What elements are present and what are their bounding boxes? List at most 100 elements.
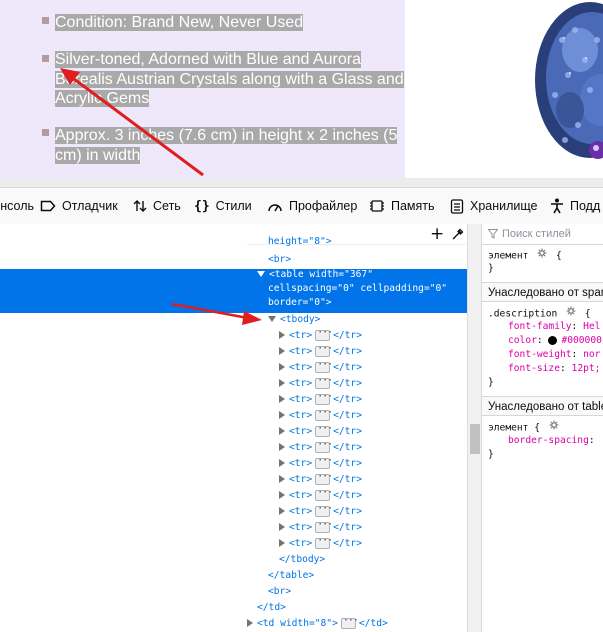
inherited-header-table: Унаследовано от table [482,396,603,416]
markup-node-selected-table[interactable]: <table width="367" cellspacing="0" cellp… [247,269,467,313]
expand-icon[interactable] [279,347,285,355]
memory-icon [369,199,385,213]
markup-node[interactable]: </table> [268,568,314,584]
bullet-marker [42,55,49,62]
expand-icon[interactable] [279,411,285,419]
css-property-name: font-size [508,363,560,374]
inherited-header-span: Унаследовано от span [482,282,603,302]
element-rule-selector: элемент [488,422,529,434]
tab-network[interactable]: Сеть [133,188,181,224]
style-filter-input[interactable]: Поиск стилей [502,228,571,240]
bullet-marker [42,17,49,24]
expand-icon[interactable] [279,395,285,403]
color-swatch[interactable] [548,335,558,345]
brace-close: } [488,377,494,388]
collapsed-content-icon[interactable] [315,405,332,421]
tr-close-text: </tr> [333,410,362,421]
markup-node-td[interactable]: <td width="8"> </td> [247,613,388,632]
tr-open-text: <tr> [289,346,313,357]
element-rule-header: элемент { [488,248,562,264]
markup-node-tbody[interactable]: <tbody> [268,312,320,328]
devtools-toolbar: Консоль Отладчик Сеть {} Стили Профайлер… [0,187,603,225]
markup-node[interactable]: </td> [257,600,286,616]
markup-node[interactable]: <br> [268,584,291,600]
tbody-text: <tbody> [280,314,321,325]
gear-icon[interactable] [566,306,576,321]
css-declaration[interactable]: font-family: Hel [508,320,600,334]
sidebar-pane [0,224,247,632]
gear-icon[interactable] [549,420,559,435]
collapsed-content-icon[interactable] [315,357,332,373]
collapsed-content-icon[interactable] [315,501,332,517]
collapsed-content-icon[interactable] [315,437,332,453]
expand-icon[interactable] [247,619,253,627]
collapsed-content-icon[interactable] [315,389,332,405]
tr-open-text: <tr> [289,378,313,389]
collapsed-content-icon[interactable] [315,373,332,389]
collapsed-content-icon[interactable] [315,341,332,357]
tab-profiler[interactable]: Профайлер [267,188,357,224]
expand-icon[interactable] [279,539,285,547]
css-property-name: font-family [508,321,572,332]
collapse-icon[interactable] [257,271,265,277]
expand-icon[interactable] [279,331,285,339]
description-bullet-1: Condition: Brand New, Never Used [55,14,304,31]
tab-style-editor[interactable]: {} Стили [194,188,252,224]
gear-icon[interactable] [537,248,547,263]
tr-close-text: </tr> [333,506,362,517]
expand-icon[interactable] [279,523,285,531]
collapsed-content-icon[interactable] [340,613,358,629]
tr-close-text: </tr> [333,362,362,373]
css-declaration[interactable]: border-spacing: [508,434,595,448]
add-node-icon[interactable]: + [430,224,444,244]
expand-icon[interactable] [279,443,285,451]
eyedropper-icon[interactable] [452,228,464,243]
brooch-product-image [520,0,603,178]
css-declaration[interactable]: font-size: 12pt; [508,362,600,376]
td-close-text: </td> [358,618,388,629]
markup-node-tr[interactable]: <tr> </tr> [279,533,362,552]
css-property-value: #000000 [561,335,602,346]
markup-node[interactable]: </tbody> [279,552,325,568]
expand-icon[interactable] [279,491,285,499]
markup-node[interactable]: <br> [268,252,291,268]
collapsed-content-icon[interactable] [315,469,332,485]
devtools-splitter[interactable] [0,178,603,187]
tr-close-text: </tr> [333,330,362,341]
tr-close-text: </tr> [333,458,362,469]
css-declaration[interactable]: font-weight: nor [508,348,600,362]
expand-icon[interactable] [279,363,285,371]
scrollbar-thumb[interactable] [470,424,480,454]
tab-debugger[interactable]: Отладчик [40,188,118,224]
collapsed-content-icon[interactable] [315,325,332,341]
collapsed-content-icon[interactable] [315,453,332,469]
collapsed-content-icon[interactable] [315,517,332,533]
expand-icon[interactable] [279,427,285,435]
css-declaration[interactable]: color: #000000 [508,334,602,348]
expand-icon[interactable] [279,475,285,483]
tab-storage[interactable]: Хранилище [450,188,538,224]
expand-icon[interactable] [279,507,285,515]
tab-memory[interactable]: Память [369,188,435,224]
style-filter[interactable]: Поиск стилей [482,224,603,245]
tab-debugger-label: Отладчик [62,199,118,213]
description-bullet-2: Silver-toned, Adorned with Blue and Auro… [55,51,404,107]
markup-node[interactable]: height="8"> [268,234,332,250]
expand-icon[interactable] [279,459,285,467]
collapsed-content-icon[interactable] [315,485,332,501]
tr-open-text: <tr> [289,330,313,341]
expand-icon[interactable] [279,379,285,387]
tab-accessibility[interactable]: Подд [550,188,600,224]
tr-close-text: </tr> [333,522,362,533]
markup-scrollbar[interactable] [467,224,482,632]
collapse-icon[interactable] [268,316,276,322]
storage-icon [450,198,464,214]
collapsed-content-icon[interactable] [315,421,332,437]
markup-view: + height="8"> <br> <table width="367" ce… [247,224,467,632]
network-icon [133,199,147,213]
tab-console[interactable]: Консоль [0,188,34,224]
tr-open-text: <tr> [289,474,313,485]
collapsed-content-icon[interactable] [315,533,332,549]
tr-open-text: <tr> [289,426,313,437]
tr-open-text: <tr> [289,362,313,373]
